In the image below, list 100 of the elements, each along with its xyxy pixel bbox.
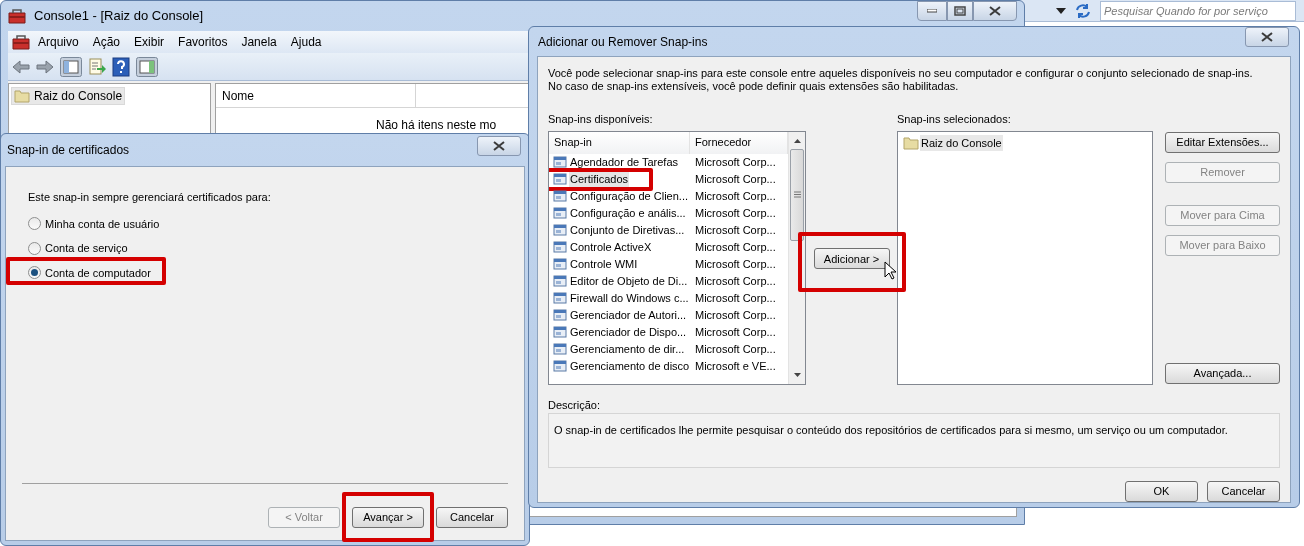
vendor-cell-text: Microsoft Corp... xyxy=(694,171,776,187)
list-row[interactable]: Gerenciador de Autori... xyxy=(553,306,688,324)
action-pane-icon[interactable] xyxy=(136,56,158,77)
menu-item[interactable]: Favoritos xyxy=(172,33,234,51)
help-icon[interactable] xyxy=(112,56,130,77)
pane-toggle-icon[interactable] xyxy=(60,56,82,77)
close-icon xyxy=(493,141,505,151)
radio-option[interactable]: Minha conta de usuário xyxy=(28,215,160,232)
snap-in-name: Gerenciador de Autori... xyxy=(569,307,688,323)
column-header[interactable]: Snap-in xyxy=(549,131,690,154)
side-button[interactable]: Editar Extensões... xyxy=(1165,131,1280,153)
list-row[interactable]: Agendador de Tarefas xyxy=(553,153,680,171)
wizard-button[interactable]: Cancelar xyxy=(436,506,508,528)
dialog-button[interactable]: Cancelar xyxy=(1207,481,1280,502)
snap-in-name: Configuração de Clien... xyxy=(569,188,689,204)
wizard-button[interactable]: Avançar > xyxy=(352,506,424,528)
radio-button[interactable] xyxy=(28,266,41,280)
snap-in-name: Configuração e anális... xyxy=(569,205,687,221)
snap-in-name: Controle WMI xyxy=(569,256,639,272)
list-row[interactable]: Conjunto de Diretivas... xyxy=(553,221,686,239)
window-app-icon xyxy=(553,189,567,203)
forward-arrow-icon[interactable] xyxy=(36,58,54,75)
empty-list-message: Não há itens neste mo xyxy=(376,118,497,132)
window-app-icon xyxy=(553,240,567,254)
tree-item[interactable]: Raiz do Console xyxy=(11,87,126,105)
menu-item[interactable]: Arquivo xyxy=(32,33,85,51)
refresh-icon[interactable] xyxy=(1074,2,1092,19)
description-label: Descrição: xyxy=(548,397,601,413)
maximize-button[interactable] xyxy=(947,1,973,21)
search-field[interactable]: Pesquisar Quando for por serviço xyxy=(1100,0,1296,21)
snap-in-name: Gerenciamento de dir... xyxy=(569,341,686,357)
column-header[interactable]: Fornecedor xyxy=(690,131,788,154)
vendor-cell-text: Microsoft Corp... xyxy=(694,205,776,221)
vendor-cell-text: Microsoft Corp... xyxy=(694,154,776,170)
intro-text: Você pode selecionar snap-ins para este console entre aqueles disponíveis no seu computador e configurar o conjunto selecionado de snap-ins. xyxy=(548,67,1254,80)
list-row[interactable]: Controle WMI xyxy=(553,255,639,273)
radio-button[interactable] xyxy=(28,241,41,255)
close-button[interactable] xyxy=(973,1,1017,21)
radio-option[interactable]: Conta de computador xyxy=(28,264,151,281)
menu-item[interactable]: Ação xyxy=(86,33,127,51)
snap-in-name: Firewall do Windows c... xyxy=(569,290,690,306)
scrollbar-thumb[interactable] xyxy=(790,148,804,241)
list-row[interactable]: Editor de Objeto de Di... xyxy=(553,272,689,290)
window-app-icon xyxy=(553,274,567,288)
snap-in-name: Conjunto de Diretivas... xyxy=(569,222,686,238)
list-row[interactable]: Controle ActiveX xyxy=(553,238,653,256)
prompt-text: Este snap-in sempre gerenciará certificados para: xyxy=(28,190,272,205)
restore-icon xyxy=(954,6,966,16)
vendor-cell-text: Microsoft Corp... xyxy=(694,290,776,306)
dialog-title: Adicionar ou Remover Snap-ins xyxy=(538,33,708,51)
add-button[interactable]: Adicionar > xyxy=(813,248,890,270)
close-icon xyxy=(989,6,1001,16)
snap-in-name: Gerenciamento de disco xyxy=(569,358,691,374)
vendor-cell-text: Microsoft Corp... xyxy=(694,222,776,238)
window-app-icon xyxy=(553,206,567,220)
dialog-title: Snap-in de certificados xyxy=(7,142,130,159)
vendor-cell-text: Microsoft Corp... xyxy=(694,256,776,272)
list-row[interactable]: Firewall do Windows c... xyxy=(553,289,690,307)
intro-text: No caso de snap-ins extensíveis, você pode definir quais extensões são habilitadas. xyxy=(548,80,960,93)
list-row[interactable]: Gerenciamento de disco xyxy=(553,357,691,375)
menu-item[interactable]: Exibir xyxy=(128,33,171,51)
window-title: Console1 - [Raiz do Console] xyxy=(34,7,204,26)
back-arrow-icon[interactable] xyxy=(12,58,30,75)
vendor-cell-text: Microsoft Corp... xyxy=(694,307,776,323)
vendor-cell-text: Microsoft Corp... xyxy=(694,273,776,289)
snap-in-name: Editor de Objeto de Di... xyxy=(569,273,689,289)
column-header[interactable]: Nome xyxy=(216,84,416,107)
close-button[interactable] xyxy=(1245,27,1289,47)
vendor-cell-text: Microsoft Corp... xyxy=(694,324,776,340)
minimize-button[interactable] xyxy=(917,1,947,21)
vendor-cell-text: Microsoft Corp... xyxy=(694,188,776,204)
selected-label: Snap-ins selecionados: xyxy=(897,112,1011,127)
grip-icon xyxy=(793,191,801,198)
window-app-icon xyxy=(553,308,567,322)
list-row[interactable]: Gerenciamento de dir... xyxy=(553,340,686,358)
window-app-icon xyxy=(553,342,567,356)
radio-option[interactable]: Conta de serviço xyxy=(28,240,128,257)
scrollbar[interactable] xyxy=(788,131,805,384)
window-app-icon xyxy=(553,359,567,373)
dialog-button[interactable]: OK xyxy=(1125,481,1198,502)
list-row[interactable]: Configuração e anális... xyxy=(553,204,687,222)
radio-button[interactable] xyxy=(28,217,41,231)
list-row[interactable]: Raiz do Console xyxy=(903,134,1149,151)
side-button[interactable]: Avançada... xyxy=(1165,362,1280,384)
dropdown-caret-icon[interactable] xyxy=(1056,7,1066,14)
snap-in-name: Agendador de Tarefas xyxy=(569,154,680,170)
list-row[interactable]: Configuração de Clien... xyxy=(553,187,689,205)
snap-in-name: Controle ActiveX xyxy=(569,239,653,255)
close-button[interactable] xyxy=(477,136,521,156)
export-list-icon[interactable] xyxy=(88,57,106,76)
menu-item[interactable]: Ajuda xyxy=(284,33,328,51)
menu-item[interactable]: Janela xyxy=(235,33,283,51)
folder-icon xyxy=(903,135,919,150)
vendor-cell-text: Microsoft e VE... xyxy=(694,358,776,374)
list-row[interactable]: Gerenciador de Dispo... xyxy=(553,323,688,341)
window-app-icon xyxy=(553,172,567,186)
window-app-icon xyxy=(553,291,567,305)
snap-in-name: Gerenciador de Dispo... xyxy=(569,324,688,340)
description-text: O snap-in de certificados lhe permite pesquisar o conteúdo dos repositórios de certificados para si mesmo, um serviço ou um computador. xyxy=(554,424,1228,436)
close-icon xyxy=(1261,32,1273,42)
